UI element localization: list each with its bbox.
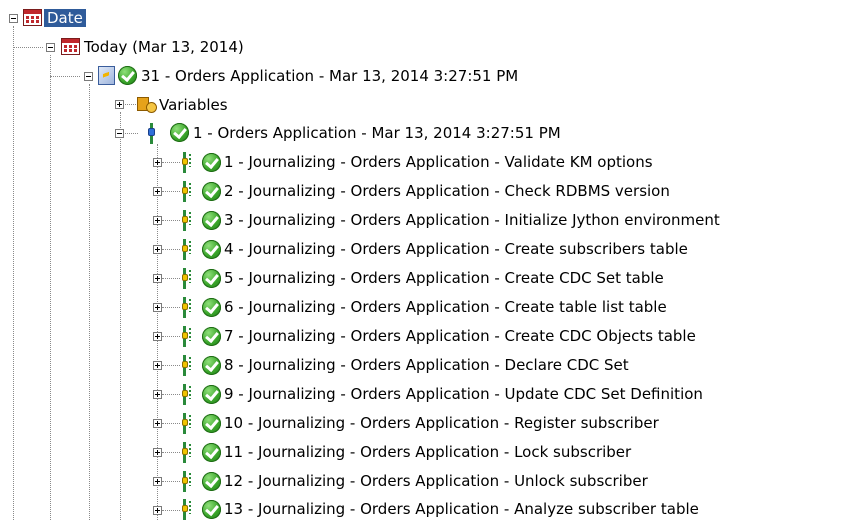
success-check-icon bbox=[170, 123, 189, 142]
tree-node-label[interactable]: 9 - Journalizing - Orders Application - … bbox=[224, 385, 703, 403]
tree-guide-line bbox=[162, 481, 180, 482]
task-icon bbox=[182, 384, 192, 405]
tree-guide-line bbox=[162, 162, 180, 163]
success-check-icon bbox=[202, 472, 221, 491]
tree-guide-line bbox=[162, 278, 180, 279]
success-check-icon bbox=[202, 327, 221, 346]
expand-toggle[interactable] bbox=[153, 332, 162, 341]
success-check-icon bbox=[202, 414, 221, 433]
tree-node-label[interactable]: 10 - Journalizing - Orders Application -… bbox=[224, 414, 659, 432]
tree-guide-line bbox=[50, 55, 51, 520]
tree-guide-line bbox=[13, 47, 43, 48]
tree-node-label[interactable]: 11 - Journalizing - Orders Application -… bbox=[224, 443, 631, 461]
task-icon bbox=[182, 239, 192, 260]
collapse-toggle[interactable] bbox=[9, 14, 18, 23]
tree-node-label[interactable]: 4 - Journalizing - Orders Application - … bbox=[224, 240, 688, 258]
session-icon bbox=[98, 66, 115, 85]
tree-guide-line bbox=[162, 191, 180, 192]
collapse-toggle[interactable] bbox=[46, 43, 55, 52]
expand-toggle[interactable] bbox=[153, 158, 162, 167]
expand-toggle[interactable] bbox=[153, 303, 162, 312]
task-icon bbox=[182, 268, 192, 289]
tree-guide-line bbox=[162, 394, 180, 395]
success-check-icon bbox=[202, 500, 221, 519]
collapse-toggle[interactable] bbox=[84, 72, 93, 81]
tree-node-label[interactable]: 2 - Journalizing - Orders Application - … bbox=[224, 182, 670, 200]
task-icon bbox=[182, 442, 192, 463]
tree-guide-line bbox=[13, 26, 14, 520]
tree-node-label[interactable]: 3 - Journalizing - Orders Application - … bbox=[224, 211, 720, 229]
tree-guide-line bbox=[120, 112, 121, 520]
tree-node-label[interactable]: 5 - Journalizing - Orders Application - … bbox=[224, 269, 664, 287]
expand-toggle[interactable] bbox=[153, 419, 162, 428]
tree-guide-line bbox=[162, 510, 180, 511]
step-icon bbox=[148, 123, 156, 144]
success-check-icon bbox=[118, 66, 137, 85]
variables-icon bbox=[137, 95, 157, 114]
task-icon bbox=[182, 297, 192, 318]
tree-node-label[interactable]: 12 - Journalizing - Orders Application -… bbox=[224, 472, 648, 490]
success-check-icon bbox=[202, 182, 221, 201]
expand-toggle[interactable] bbox=[153, 506, 162, 515]
success-check-icon bbox=[202, 269, 221, 288]
success-check-icon bbox=[202, 240, 221, 259]
task-icon bbox=[182, 210, 192, 231]
calendar-icon bbox=[23, 9, 42, 26]
expand-toggle[interactable] bbox=[153, 361, 162, 370]
tree-guide-line bbox=[162, 307, 180, 308]
task-icon bbox=[182, 471, 192, 492]
task-icon bbox=[182, 499, 192, 520]
calendar-icon bbox=[61, 38, 80, 55]
tree-guide-line bbox=[89, 84, 90, 520]
task-icon bbox=[182, 413, 192, 434]
expand-toggle[interactable] bbox=[153, 187, 162, 196]
success-check-icon bbox=[202, 443, 221, 462]
tree-guide-line bbox=[162, 452, 180, 453]
tree-guide-line bbox=[162, 365, 180, 366]
success-check-icon bbox=[202, 356, 221, 375]
success-check-icon bbox=[202, 211, 221, 230]
success-check-icon bbox=[202, 298, 221, 317]
expand-toggle[interactable] bbox=[153, 216, 162, 225]
expand-toggle[interactable] bbox=[153, 448, 162, 457]
tree-node-label[interactable]: 1 - Orders Application - Mar 13, 2014 3:… bbox=[193, 124, 561, 142]
tree-guide-line bbox=[162, 423, 180, 424]
task-icon bbox=[182, 152, 192, 173]
tree-node-label[interactable]: 8 - Journalizing - Orders Application - … bbox=[224, 356, 629, 374]
collapse-toggle[interactable] bbox=[115, 129, 124, 138]
tree-node-label[interactable]: 6 - Journalizing - Orders Application - … bbox=[224, 298, 667, 316]
tree-guide-line bbox=[162, 249, 180, 250]
tree-node-label[interactable]: 1 - Journalizing - Orders Application - … bbox=[224, 153, 653, 171]
success-check-icon bbox=[202, 153, 221, 172]
tree-guide-line bbox=[162, 336, 180, 337]
task-icon bbox=[182, 181, 192, 202]
session-tree: Date Today (Mar 13, 2014) 31 - Orders Ap… bbox=[0, 0, 843, 520]
expand-toggle[interactable] bbox=[153, 390, 162, 399]
tree-guide-line bbox=[50, 76, 80, 77]
tree-node-label[interactable]: 31 - Orders Application - Mar 13, 2014 3… bbox=[141, 67, 518, 85]
expand-toggle[interactable] bbox=[153, 477, 162, 486]
tree-node-label[interactable]: Date bbox=[44, 9, 86, 27]
expand-toggle[interactable] bbox=[115, 100, 124, 109]
task-icon bbox=[182, 326, 192, 347]
tree-guide-line bbox=[162, 220, 180, 221]
tree-node-label[interactable]: 13 - Journalizing - Orders Application -… bbox=[224, 500, 699, 518]
expand-toggle[interactable] bbox=[153, 245, 162, 254]
tree-node-label[interactable]: 7 - Journalizing - Orders Application - … bbox=[224, 327, 696, 345]
tree-node-label[interactable]: Variables bbox=[159, 96, 228, 114]
expand-toggle[interactable] bbox=[153, 274, 162, 283]
tree-node-label[interactable]: Today (Mar 13, 2014) bbox=[84, 38, 244, 56]
task-icon bbox=[182, 355, 192, 376]
success-check-icon bbox=[202, 385, 221, 404]
